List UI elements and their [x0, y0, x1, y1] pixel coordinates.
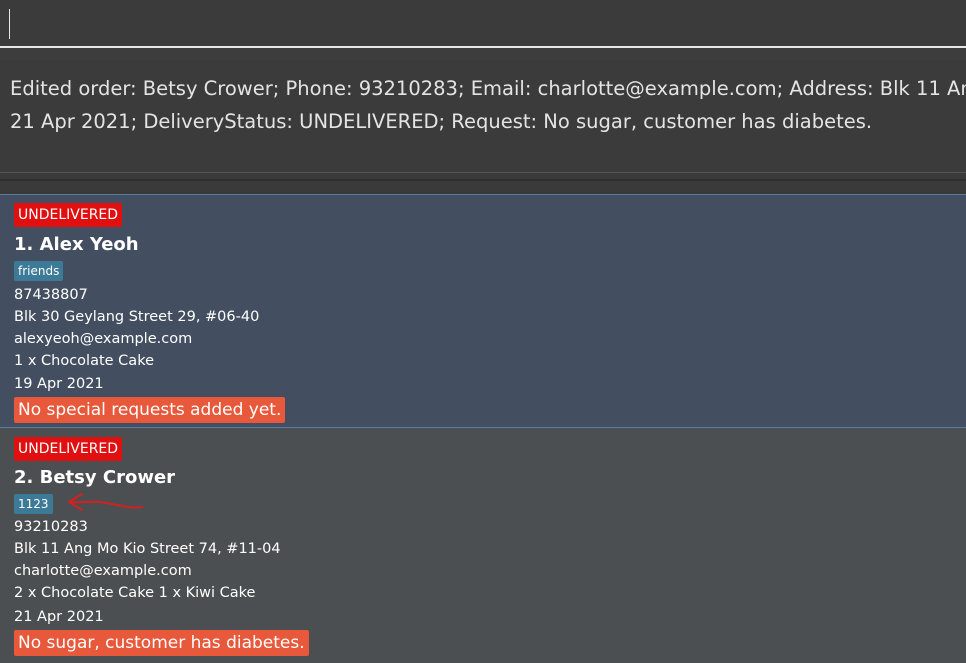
- address-text: Blk 30 Geylang Street 29, #06-40: [14, 309, 260, 325]
- result-text: Edited order: Betsy Crower; Phone: 93210…: [10, 72, 966, 138]
- items-text: 2 x Chocolate Cake 1 x Kiwi Cake: [14, 585, 256, 601]
- order-title: 1. Alex Yeoh: [14, 234, 139, 255]
- result-line-1: Edited order: Betsy Crower; Phone: 93210…: [10, 77, 966, 100]
- address-text: Blk 11 Ang Mo Kio Street 74, #11-04: [14, 541, 281, 557]
- request-label: No sugar, customer has diabetes.: [14, 630, 309, 656]
- order-card[interactable]: UNDELIVERED 1. Alex Yeoh friends 8743880…: [0, 194, 966, 428]
- order-title: 2. Betsy Crower: [14, 467, 176, 488]
- command-input[interactable]: [0, 0, 960, 46]
- text-caret: [9, 9, 10, 39]
- items-text: 1 x Chocolate Cake: [14, 353, 154, 369]
- email-text: alexyeoh@example.com: [14, 331, 193, 347]
- phone-text: 87438807: [14, 287, 88, 303]
- tag-label: friends: [14, 261, 64, 281]
- status-badge: UNDELIVERED: [14, 203, 123, 227]
- tag-label: 1123: [14, 494, 53, 514]
- command-box[interactable]: [0, 0, 966, 48]
- result-display: Edited order: Betsy Crower; Phone: 93210…: [0, 60, 966, 173]
- phone-text: 93210283: [14, 519, 88, 535]
- date-text: 19 Apr 2021: [14, 376, 104, 392]
- result-line-2: 21 Apr 2021; DeliveryStatus: UNDELIVERED…: [10, 110, 873, 133]
- annotation-arrow-icon: [68, 493, 143, 511]
- status-badge: UNDELIVERED: [14, 437, 123, 461]
- email-text: charlotte@example.com: [14, 563, 192, 579]
- date-text: 21 Apr 2021: [14, 609, 104, 625]
- spacer: [0, 48, 966, 60]
- request-label: No special requests added yet.: [14, 397, 286, 423]
- split-pane-divider[interactable]: [0, 172, 966, 195]
- order-card[interactable]: UNDELIVERED 2. Betsy Crower 1123 9321028…: [0, 428, 966, 663]
